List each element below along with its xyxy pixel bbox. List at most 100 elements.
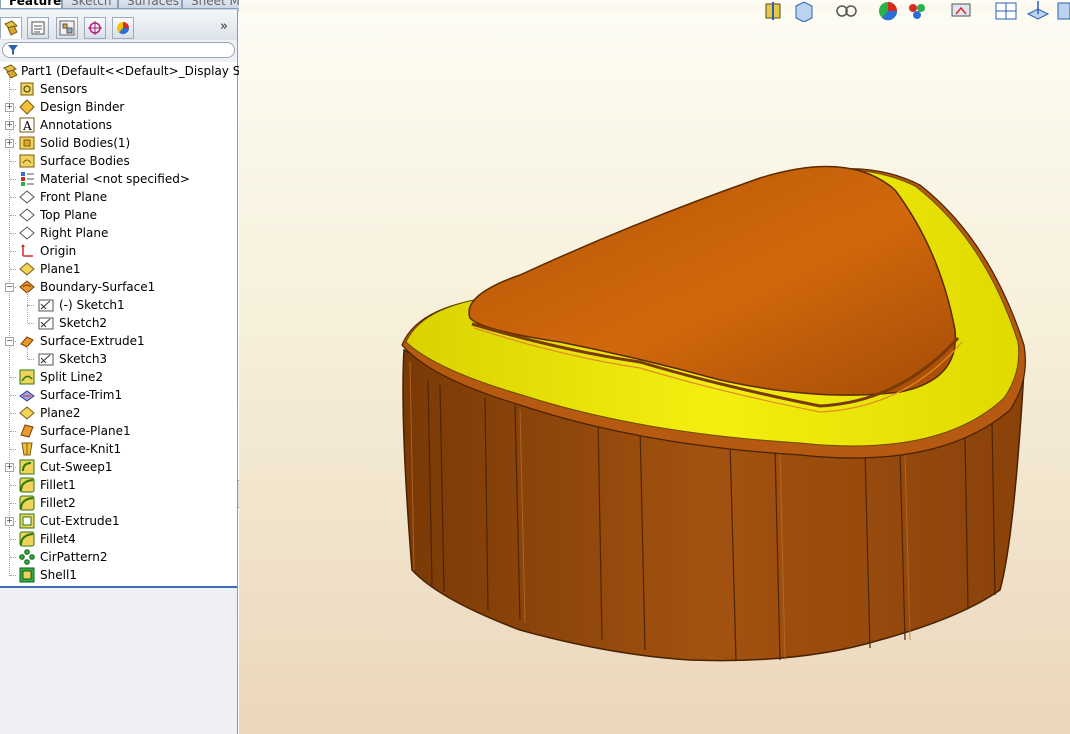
- tree-item-fillet4[interactable]: Fillet4: [0, 530, 237, 548]
- display-style-icon[interactable]: [834, 0, 858, 22]
- tree-item-sketch2[interactable]: Sketch2: [0, 305, 237, 332]
- property-manager-tab[interactable]: [27, 17, 49, 39]
- tree-item-material-not-specified[interactable]: Material <not specified>: [0, 170, 237, 188]
- tree-item-sketch3[interactable]: Sketch3: [0, 341, 237, 368]
- tree-item-sketch1[interactable]: (-) Sketch1: [0, 287, 237, 314]
- tree-item-surface-plane1[interactable]: Surface-Plane1: [0, 422, 237, 440]
- tree-connector: [10, 413, 16, 414]
- dimxpert-manager-icon: [88, 21, 102, 35]
- section-view-icon[interactable]: [762, 0, 786, 22]
- tree-item-origin[interactable]: Origin: [0, 242, 237, 260]
- tree-item-label: Sensors: [40, 82, 88, 96]
- expand-icon[interactable]: +: [5, 517, 14, 526]
- view-orientation-icon[interactable]: [792, 0, 816, 22]
- tree-connector: [10, 89, 16, 90]
- plane-icon: [19, 208, 35, 222]
- tree-connector: [27, 305, 28, 323]
- tree-item-label: Design Binder: [40, 100, 125, 114]
- tree-item-surface-trim1[interactable]: Surface-Trim1: [0, 386, 237, 404]
- plane-view-icon[interactable]: [1026, 0, 1050, 22]
- surface-trim-icon: [19, 390, 35, 402]
- expand-icon[interactable]: +: [5, 139, 14, 148]
- tree-item-split-line2[interactable]: Split Line2: [0, 368, 237, 386]
- view-settings-icon[interactable]: [950, 0, 974, 22]
- command-tab-surfaces[interactable]: Surfaces: [118, 0, 182, 9]
- tree-item-solid-bodies-1[interactable]: + Solid Bodies(1): [0, 134, 237, 152]
- sketch-icon: [38, 353, 54, 366]
- tree-item-label: Split Line2: [40, 370, 104, 384]
- tree-connector: [28, 323, 34, 324]
- tree-item-fillet2[interactable]: Fillet2: [0, 494, 237, 512]
- apply-scene-icon[interactable]: [906, 0, 930, 22]
- tree-item-front-plane[interactable]: Front Plane: [0, 188, 237, 206]
- tree-item-plane1[interactable]: Plane1: [0, 260, 237, 278]
- tree-connector: [10, 449, 16, 450]
- tree-item-cut-extrude1[interactable]: + Cut-Extrude1: [0, 512, 237, 530]
- tree-connector: [27, 341, 28, 359]
- tree-item-label: Surface-Trim1: [40, 388, 123, 402]
- tree-connector: [10, 395, 16, 396]
- tree-item-label: Plane1: [40, 262, 81, 276]
- viewport-icon[interactable]: [994, 0, 1018, 22]
- tree-item-design-binder[interactable]: + Design Binder: [0, 98, 237, 116]
- plane-icon: [19, 190, 35, 204]
- tree-item-label: Surface Bodies: [40, 154, 130, 168]
- tree-item-right-plane[interactable]: Right Plane: [0, 224, 237, 242]
- tree-item-sensors[interactable]: Sensors: [0, 80, 237, 98]
- feature-manager-panel: » Part1 (Default<<Default>_Display State…: [0, 10, 276, 734]
- tree-item-label: Cut-Extrude1: [40, 514, 120, 528]
- collapse-icon[interactable]: −: [5, 283, 14, 292]
- tree-item-boundary-surface1[interactable]: − Boundary-Surface1: [0, 278, 237, 296]
- expand-icon[interactable]: +: [5, 103, 14, 112]
- tree-connector: [28, 359, 34, 360]
- tree-connector: [10, 503, 16, 504]
- configuration-manager-tab[interactable]: [56, 17, 78, 39]
- tree-item-cut-sweep1[interactable]: + Cut-Sweep1: [0, 458, 237, 476]
- tree-item-label: Annotations: [40, 118, 113, 132]
- tree-item-label: Surface-Extrude1: [40, 334, 145, 348]
- tree-item-plane2[interactable]: Plane2: [0, 404, 237, 422]
- tree-item-label: Right Plane: [40, 226, 109, 240]
- feature-filter-input[interactable]: [2, 42, 235, 58]
- tree-connector: [10, 431, 16, 432]
- tree-item-top-plane[interactable]: Top Plane: [0, 206, 237, 224]
- command-tab-sketch[interactable]: Sketch: [62, 0, 118, 9]
- panel-more-button[interactable]: »: [220, 19, 228, 34]
- tree-item-fillet1[interactable]: Fillet1: [0, 476, 237, 494]
- panel-tab-bar: »: [0, 10, 237, 40]
- tree-item-annotations[interactable]: + A Annotations: [0, 116, 237, 134]
- tree-item-label: Boundary-Surface1: [40, 280, 156, 294]
- command-tab-features[interactable]: Features: [0, 0, 68, 9]
- dimxpert-manager-tab[interactable]: [84, 17, 106, 39]
- tree-item-label: Fillet2: [40, 496, 76, 510]
- tree-item-label: CirPattern2: [40, 550, 108, 564]
- tree-item-surface-knit1[interactable]: Surface-Knit1: [0, 440, 237, 458]
- sensors-icon: [20, 82, 34, 96]
- tree-item-surface-bodies[interactable]: Surface Bodies: [0, 152, 237, 170]
- feature-manager-icon: [4, 20, 18, 36]
- edit-appearance-icon[interactable]: [876, 0, 900, 22]
- tree-item-label: Front Plane: [40, 190, 108, 204]
- annotations-icon: A: [19, 117, 35, 133]
- plane-feature-icon: [19, 406, 35, 420]
- surface-plane-icon: [20, 424, 34, 438]
- tree-item-cirpattern2[interactable]: CirPattern2: [0, 548, 237, 566]
- expand-icon[interactable]: +: [5, 463, 14, 472]
- tree-connector: [10, 251, 16, 252]
- tree-connector: [10, 575, 16, 576]
- material-icon: [21, 172, 34, 186]
- tree-item-shell1[interactable]: Shell1: [0, 566, 237, 584]
- display-manager-icon: [117, 22, 130, 35]
- tree-item-surface-extrude1[interactable]: − Surface-Extrude1: [0, 332, 237, 350]
- tree-root-label: Part1 (Default<<Default>_Display State 1: [21, 64, 276, 78]
- tree-item-label: Material <not specified>: [40, 172, 190, 186]
- tree-root-part[interactable]: Part1 (Default<<Default>_Display State 1: [0, 62, 276, 80]
- more-view-tools-icon[interactable]: [1056, 0, 1070, 22]
- tree-item-label: Fillet4: [40, 532, 76, 546]
- expand-icon[interactable]: +: [5, 121, 14, 130]
- collapse-icon[interactable]: −: [5, 337, 14, 346]
- graphics-area[interactable]: [239, 10, 1070, 734]
- model-view: [401, 165, 1026, 662]
- display-manager-tab[interactable]: [112, 17, 134, 39]
- feature-manager-tab[interactable]: [0, 17, 22, 39]
